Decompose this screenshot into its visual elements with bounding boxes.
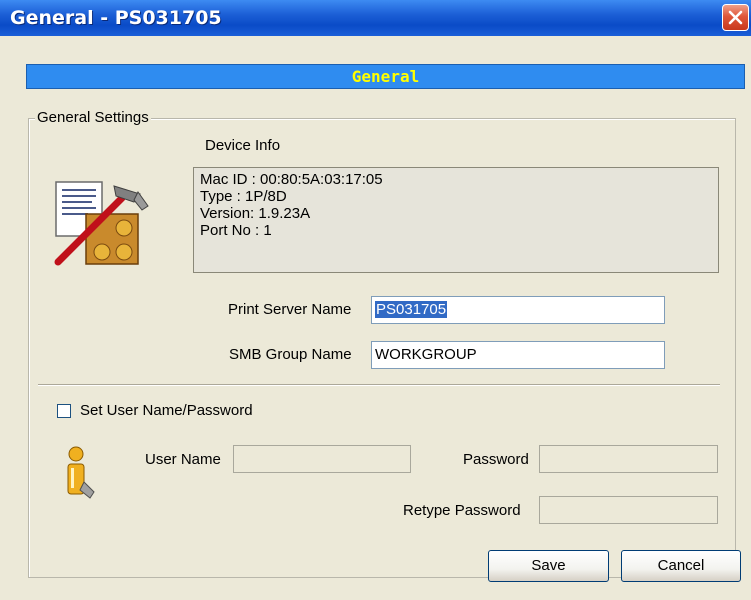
print-server-name-value: PS031705 — [375, 301, 448, 318]
password-field[interactable] — [539, 445, 718, 473]
retype-password-field[interactable] — [539, 496, 718, 524]
smb-group-name-field[interactable]: WORKGROUP — [371, 341, 665, 369]
user-name-field[interactable] — [233, 445, 411, 473]
close-button[interactable] — [722, 4, 749, 31]
user-icon — [67, 446, 95, 499]
print-server-name-field[interactable]: PS031705 — [371, 296, 665, 324]
mac-id-line: Mac ID : 00:80:5A:03:17:05 — [200, 171, 383, 188]
port-line: Port No : 1 — [200, 222, 272, 239]
cancel-button[interactable]: Cancel — [621, 550, 741, 582]
group-legend: General Settings — [35, 109, 151, 126]
retype-password-label: Retype Password — [403, 502, 521, 519]
separator — [38, 384, 720, 386]
save-button[interactable]: Save — [488, 550, 609, 582]
device-info-label: Device Info — [205, 137, 281, 154]
password-label: Password — [463, 451, 529, 468]
tools-document-icon — [54, 181, 149, 266]
version-line: Version: 1.9.23A — [200, 205, 311, 222]
title-bar[interactable]: General - PS031705 — [0, 0, 751, 36]
close-icon — [728, 10, 743, 25]
set-user-password-checkbox[interactable] — [57, 404, 71, 418]
section-header-label: General — [351, 67, 420, 86]
print-server-name-label: Print Server Name — [228, 301, 352, 318]
user-name-label: User Name — [145, 451, 221, 468]
type-line: Type : 1P/8D — [200, 188, 287, 205]
device-info-box: Mac ID : 00:80:5A:03:17:05 Type : 1P/8D … — [193, 167, 719, 273]
section-header: General — [26, 64, 745, 89]
set-user-password-label[interactable]: Set User Name/Password — [80, 402, 253, 419]
dialog-window: General - PS031705 General General Setti… — [0, 0, 751, 600]
smb-group-name-label: SMB Group Name — [229, 346, 352, 363]
window-title: General - PS031705 — [10, 7, 222, 29]
smb-group-name-value: WORKGROUP — [375, 346, 477, 363]
